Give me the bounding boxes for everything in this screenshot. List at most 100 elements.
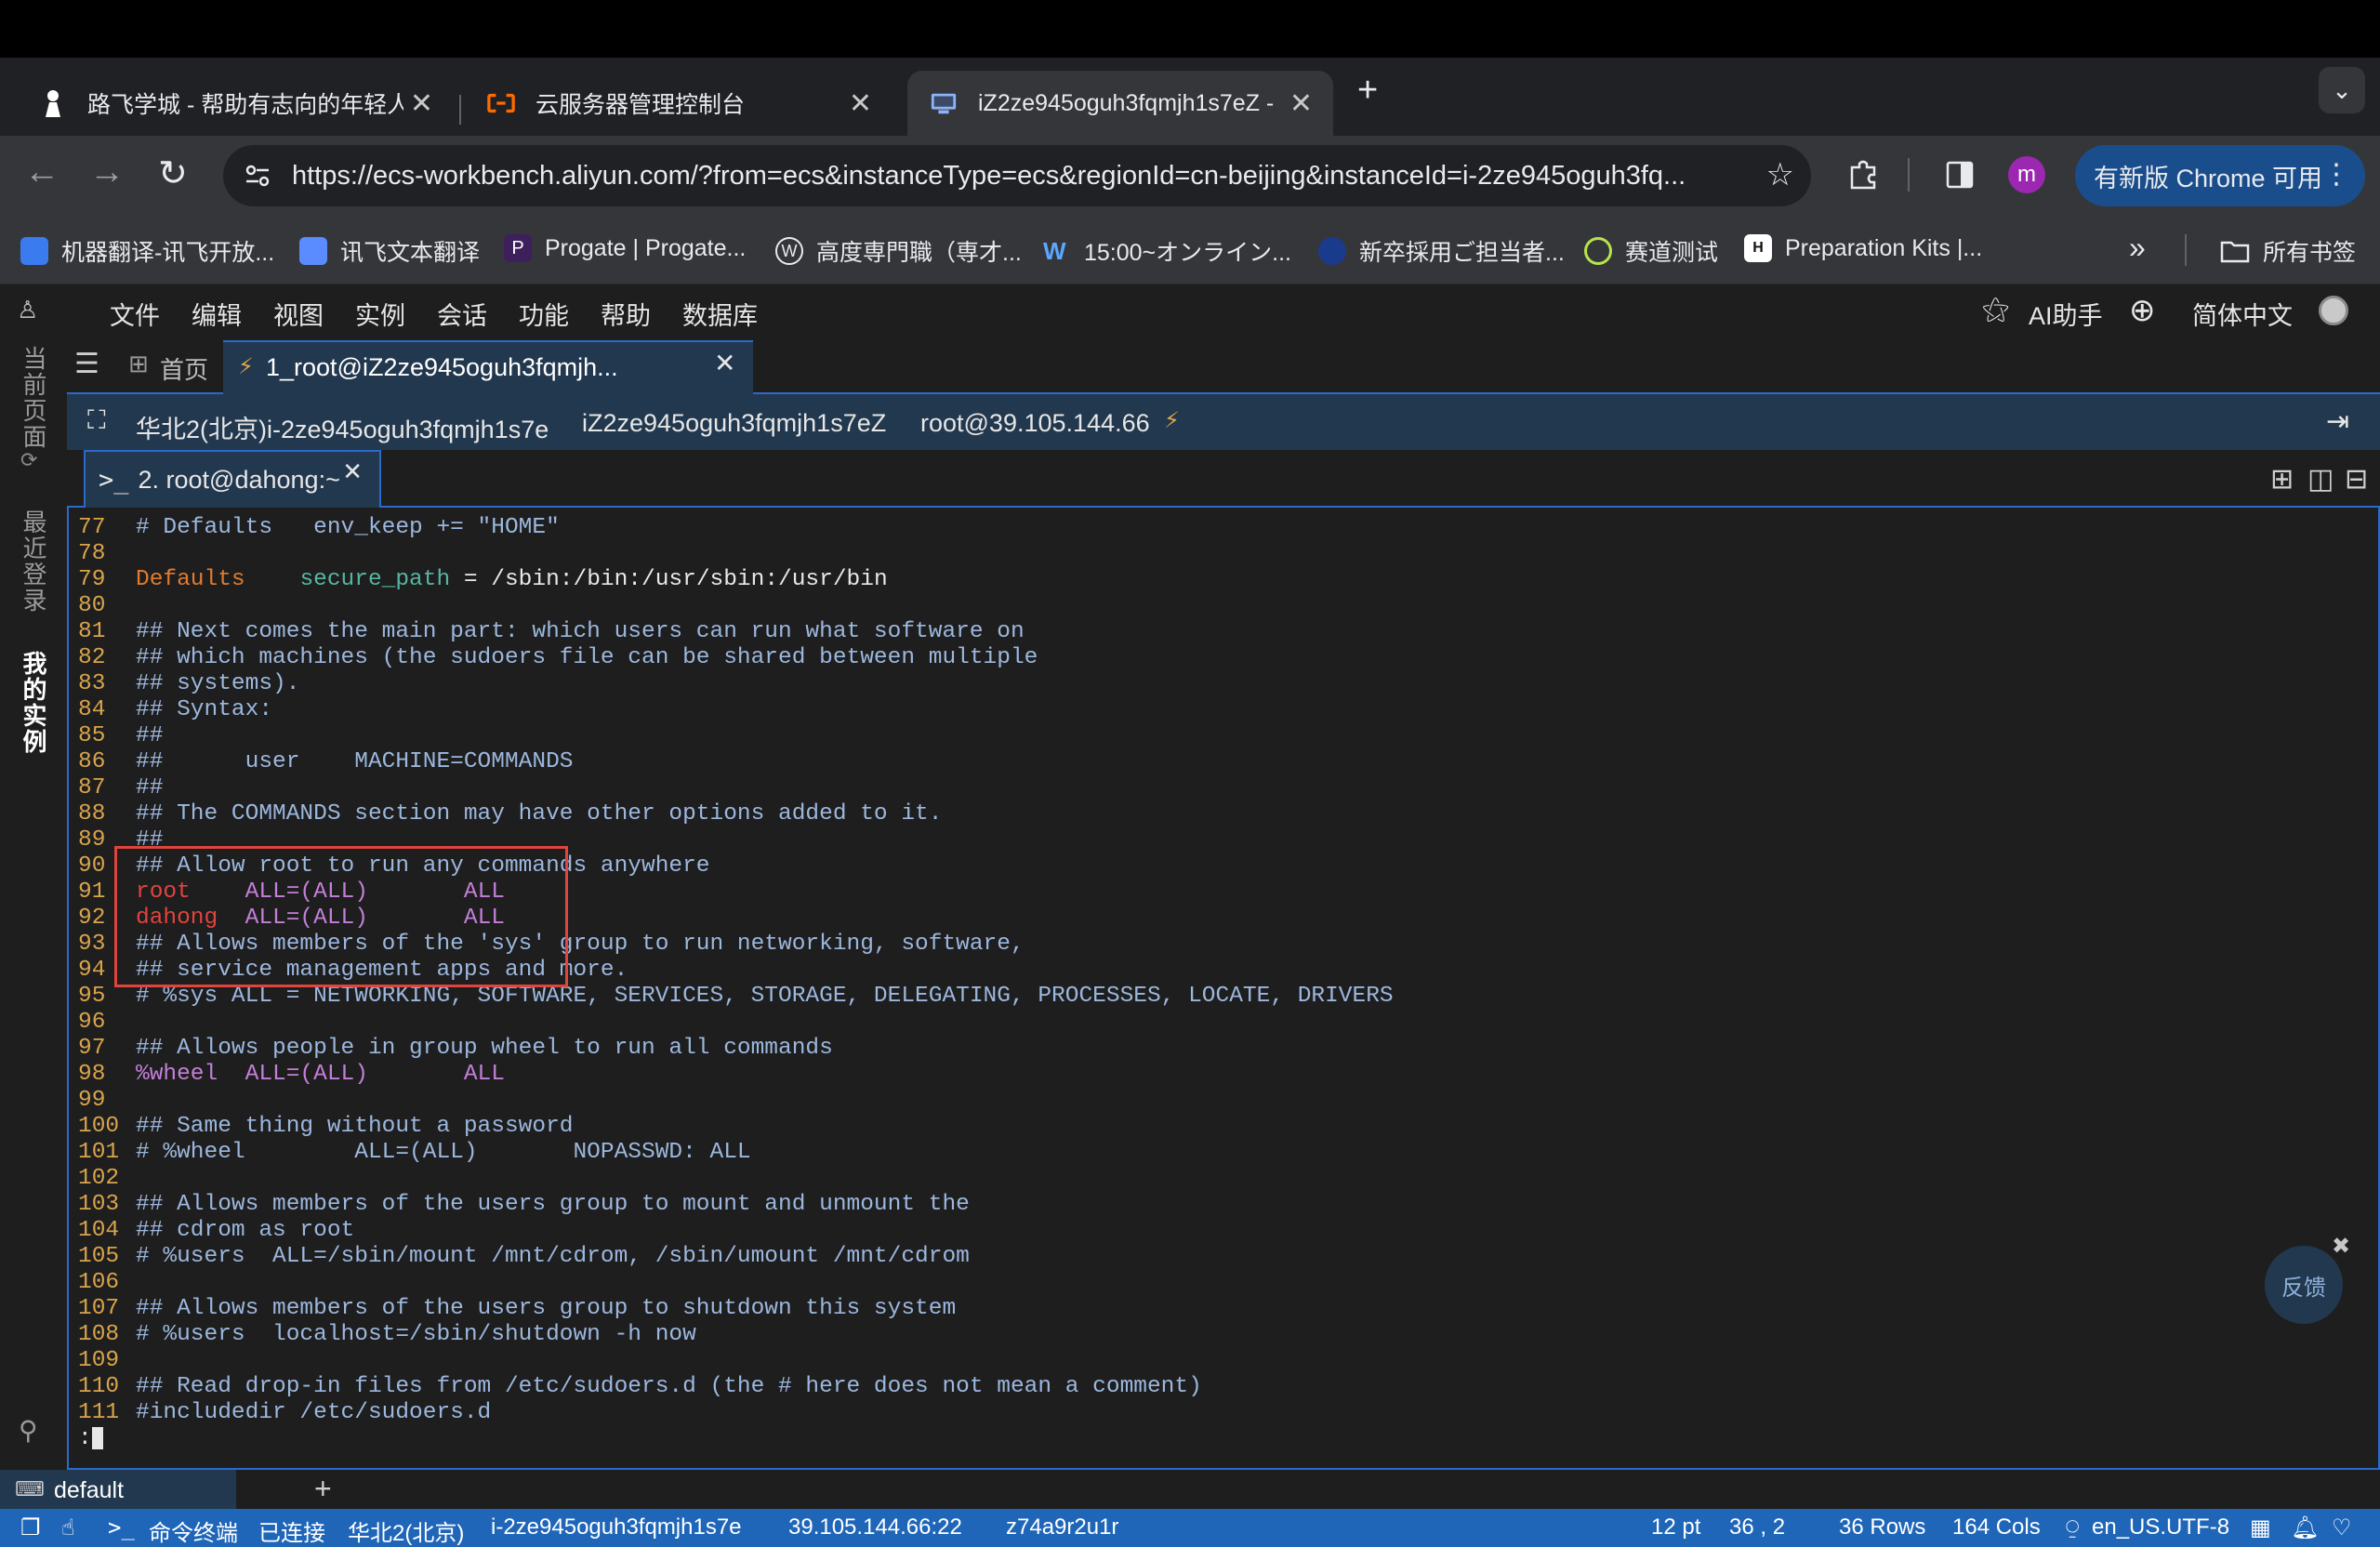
tab-title: iZ2ze945oguh3fqmjh1s7eZ -: [978, 89, 1275, 116]
site-settings-icon[interactable]: [244, 162, 271, 190]
all-bookmarks-folder[interactable]: 所有书签: [2220, 234, 2356, 268]
line-text: # Defaults env_keep += "HOME": [136, 515, 560, 540]
fullscreen-icon[interactable]: ⛶: [87, 405, 106, 436]
profile-avatar[interactable]: m: [2008, 156, 2045, 193]
command-prompt[interactable]: :: [78, 1426, 1394, 1452]
terminal-monitor-icon: [930, 89, 958, 117]
bookmark-item[interactable]: H Preparation Kits |...: [1744, 234, 1982, 262]
line-number: 82: [78, 645, 106, 670]
ai-assistant-button[interactable]: AI助手: [2029, 296, 2103, 332]
line-number: 111: [78, 1400, 120, 1425]
close-icon[interactable]: ✕: [410, 87, 433, 120]
new-tab-button[interactable]: +: [1357, 71, 1378, 111]
close-icon[interactable]: ✕: [1289, 87, 1313, 120]
chrome-update-button[interactable]: 有新版 Chrome 可用 ⋮: [2075, 145, 2365, 206]
bookmark-item[interactable]: 赛道测试: [1584, 234, 1718, 268]
line-number: 108: [78, 1322, 120, 1347]
terminal-line: 81 ## Next comes the main part: which use…: [78, 619, 1394, 645]
menu-instance[interactable]: 实例: [355, 296, 405, 332]
apps-grid-icon[interactable]: ▦: [2250, 1514, 2271, 1541]
rail-current-page[interactable]: 当前页面: [17, 346, 51, 450]
menu-database[interactable]: 数据库: [682, 296, 758, 332]
reload-icon[interactable]: ↻: [158, 152, 188, 194]
line-number: 105: [78, 1244, 120, 1269]
bookmark-item[interactable]: W 15:00~オンライン...: [1043, 234, 1291, 268]
split-horizontal-icon[interactable]: ⊟: [2345, 463, 2368, 496]
bookmark-item[interactable]: 新卒採用ご担当者...: [1318, 234, 1565, 268]
list-menu-icon[interactable]: ☰: [74, 348, 99, 380]
menu-help[interactable]: 帮助: [601, 296, 651, 332]
session-tabs: ☰ ⊞ 首页 ⚡ 1_root@iZ2ze945oguh3fqmjh... ✕: [67, 337, 2380, 394]
terminal-prompt-icon: >_: [108, 1514, 135, 1540]
locale[interactable]: en_US.UTF-8: [2092, 1514, 2229, 1540]
terminal-output[interactable]: 77 # Defaults env_keep += "HOME" 78 79 Defau…: [67, 508, 2380, 1470]
session-info-bar: ⛶ 华北2(北京)i-2ze945oguh3fqmjh1s7e iZ2ze945…: [67, 394, 2380, 450]
session-code: z74a9r2u1r: [1006, 1514, 1119, 1540]
locale-icon: ⍜: [2066, 1514, 2080, 1540]
address-bar[interactable]: https://ecs-workbench.aliyun.com/?from=e…: [223, 145, 1811, 206]
close-icon[interactable]: ✕: [849, 87, 872, 120]
user-avatar[interactable]: [2319, 296, 2348, 325]
bell-icon[interactable]: 🔔︎: [2291, 1514, 2319, 1541]
exit-session-icon[interactable]: ⇥: [2326, 405, 2349, 438]
terminal-line: 101 # %wheel ALL=(ALL) NOPASSWD: ALL: [78, 1140, 1394, 1166]
bookmark-item[interactable]: 机器翻译-讯飞开放...: [20, 234, 274, 268]
aliyun-icon: [487, 89, 515, 117]
region: 华北2(北京): [348, 1521, 465, 1546]
browser-toolbar: ← → ↻ https://ecs-workbench.aliyun.com/?…: [0, 136, 2380, 216]
browser-tab-workbench[interactable]: iZ2ze945oguh3fqmjh1s7eZ - ✕: [907, 71, 1333, 136]
rail-recent-login[interactable]: 最近登录: [17, 509, 51, 614]
browser-tab-console[interactable]: 云服务器管理控制台 ✕: [465, 71, 892, 136]
side-panel-icon[interactable]: [1945, 160, 1975, 190]
line-number: 81: [78, 619, 106, 644]
terminal-line: 78: [78, 541, 1394, 567]
translate-icon: [20, 237, 48, 265]
terminal-tab-active[interactable]: >_ 2. root@dahong:~ ✕: [84, 450, 381, 508]
close-icon[interactable]: ✖: [2332, 1233, 2350, 1260]
region-instance: 华北2(北京)i-2ze945oguh3fqmjh1s7e: [136, 416, 549, 443]
tab-title: 路飞学城 - 帮助有志向的年轻人: [87, 92, 403, 118]
session-tab-active[interactable]: ⚡ 1_root@iZ2ze945oguh3fqmjh... ✕: [223, 340, 753, 394]
split-vertical-icon[interactable]: ◫: [2307, 463, 2334, 496]
bookmark-item[interactable]: 讯飞文本翻译: [299, 234, 480, 268]
terminal-line: 79 Defaults secure_path = /sbin:/bin:/usr…: [78, 567, 1394, 593]
bookmark-item[interactable]: P Progate | Progate...: [504, 234, 746, 262]
bookmark-item[interactable]: W 高度専門職（専才...: [775, 234, 1022, 268]
line-number: 101: [78, 1140, 120, 1165]
back-arrow-icon[interactable]: ←: [24, 152, 60, 192]
new-terminal-icon[interactable]: ⊞: [2270, 463, 2294, 496]
terminal-line: 84 ## Syntax:: [78, 697, 1394, 723]
menu-session[interactable]: 会话: [437, 296, 487, 332]
add-tab-button[interactable]: +: [314, 1472, 332, 1506]
session-status-icon: ⚡: [238, 354, 254, 379]
pin-icon[interactable]: ⚲: [19, 1415, 38, 1446]
track-icon: [1584, 237, 1612, 265]
extensions-puzzle-icon[interactable]: [1846, 158, 1880, 192]
menu-file[interactable]: 文件: [110, 296, 160, 332]
star-bookmark-icon[interactable]: ☆: [1766, 156, 1794, 193]
more-bookmarks-icon[interactable]: »: [2129, 231, 2146, 265]
rail-my-instances[interactable]: 我的实例: [17, 651, 51, 755]
menu-edit[interactable]: 编辑: [192, 296, 242, 332]
line-number: 106: [78, 1270, 120, 1295]
home-tab[interactable]: 首页: [160, 351, 208, 386]
browser-tab-lufei[interactable]: 路飞学城 - 帮助有志向的年轻人 ✕: [17, 71, 454, 136]
close-icon[interactable]: ✕: [714, 348, 735, 378]
forward-arrow-icon[interactable]: →: [89, 152, 125, 192]
line-text: # %sys ALL = NETWORKING, SOFTWARE, SERVI…: [136, 984, 1394, 1009]
bookmarks-bar: 机器翻译-讯飞开放... 讯飞文本翻译 P Progate | Progate..…: [0, 216, 2380, 284]
update-label: 有新版 Chrome 可用: [2094, 164, 2323, 192]
close-icon[interactable]: ✕: [342, 457, 363, 486]
menu-view[interactable]: 视图: [273, 296, 324, 332]
bottom-tab-default[interactable]: ⌨ default: [0, 1470, 236, 1509]
line-text: ##: [136, 775, 164, 800]
terminal-line: 107 ## Allows members of the users group …: [78, 1296, 1394, 1322]
language-selector[interactable]: 简体中文: [2192, 296, 2293, 332]
cols-count: 164 Cols: [1952, 1514, 2041, 1540]
terminal-line: 100 ## Same thing without a password: [78, 1114, 1394, 1140]
chat-icon[interactable]: ♡: [2332, 1514, 2352, 1541]
tab-search-button[interactable]: ⌄: [2319, 67, 2365, 113]
menu-function[interactable]: 功能: [519, 296, 569, 332]
add-circle-icon[interactable]: ⊕: [2129, 292, 2156, 329]
terminal-prompt-icon: >_: [99, 465, 129, 495]
